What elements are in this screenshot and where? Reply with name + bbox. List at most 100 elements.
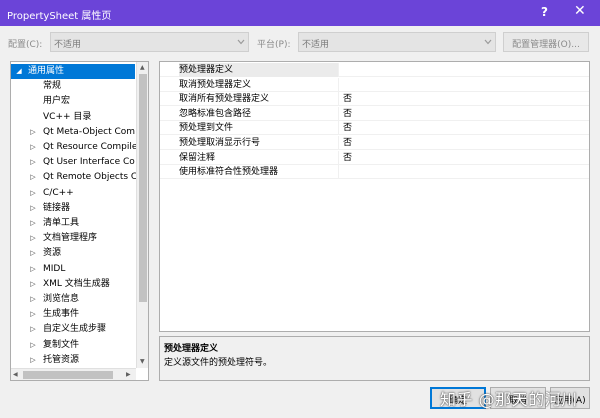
property-value[interactable]: 否	[343, 121, 352, 135]
collapsed-arrow-icon[interactable]: ▷	[28, 140, 38, 155]
tree-item[interactable]: ▷ 生成事件	[11, 307, 135, 322]
collapsed-arrow-icon[interactable]: ▷	[28, 338, 38, 353]
collapsed-arrow-icon[interactable]: ▷	[28, 246, 38, 261]
category-tree[interactable]: ◢ 通用属性常规用户宏 VC++ 目录 ▷ Qt Meta-Object Com ▷ Qt …	[10, 61, 149, 381]
collapsed-arrow-icon[interactable]: ▷	[28, 322, 38, 337]
tree-item-label: Qt Resource Compile	[43, 142, 138, 152]
collapsed-arrow-icon[interactable]: ▷	[28, 292, 38, 307]
description-panel: 预处理器定义 定义源文件的预处理符号。	[159, 336, 590, 381]
tree-item-label: C/C++	[43, 187, 74, 198]
property-value[interactable]: 否	[343, 151, 352, 165]
scroll-up-icon[interactable]: ▲	[140, 64, 145, 71]
tree-item-label: 自定义生成步骤	[43, 324, 107, 335]
title-bar: PropertySheet 属性页 ? ✕	[0, 0, 600, 26]
collapsed-arrow-icon[interactable]: ▷	[28, 277, 38, 292]
scroll-right-icon[interactable]: ▶	[126, 371, 131, 378]
watermark: 知乎 @那天的河川	[440, 390, 578, 409]
property-name: 预处理到文件	[179, 121, 339, 136]
collapsed-arrow-icon[interactable]: ▷	[28, 125, 38, 140]
tree-item-label: 托管资源	[43, 354, 80, 365]
property-name: 取消所有预处理器定义	[179, 92, 339, 107]
tree-item[interactable]: ▷ Qt User Interface Co	[11, 155, 135, 170]
collapsed-arrow-icon[interactable]: ▷	[28, 170, 38, 185]
collapsed-arrow-icon[interactable]: ▷	[28, 231, 38, 246]
scroll-left-icon[interactable]: ◀	[13, 371, 18, 378]
tree-item[interactable]: ▷ XML 文档生成器	[11, 277, 135, 292]
tree-item[interactable]: ▷ MIDL	[11, 262, 135, 277]
tree-item-label: 文档管理程序	[43, 233, 98, 244]
property-name: 忽略标准包含路径	[179, 106, 339, 121]
tree-item-label: VC++ 目录	[43, 111, 92, 122]
property-name: 预处理器定义	[179, 63, 339, 77]
window-title: PropertySheet 属性页	[7, 11, 112, 22]
tree-item[interactable]: ▷ 浏览信息	[11, 292, 135, 307]
tree-item[interactable]: ▷ C/C++	[11, 186, 135, 201]
configuration-manager-button[interactable]: 配置管理器(O)...	[503, 32, 589, 52]
chevron-down-icon	[237, 38, 245, 46]
property-grid[interactable]: 预处理器定义 取消预处理器定义 取消所有预处理器定义否忽略标准包含路径否预处理到文件…	[159, 61, 590, 332]
close-button[interactable]: ✕	[574, 3, 586, 19]
chevron-down-icon	[484, 38, 492, 46]
property-row[interactable]: 预处理取消显示行号否	[160, 136, 589, 150]
platform-label: 平台(P):	[257, 40, 291, 50]
tree-item-label: 常规	[43, 81, 62, 92]
collapsed-arrow-icon[interactable]: ▷	[28, 186, 38, 201]
description-text: 定义源文件的预处理符号。	[164, 358, 273, 368]
tree-item-label: 复制文件	[43, 339, 80, 350]
tree-item[interactable]: ▷ 自定义生成步骤	[11, 322, 135, 337]
tree-item-label: Qt User Interface Co	[43, 157, 135, 168]
tree-item[interactable]: ▷ 复制文件	[11, 338, 135, 353]
property-name: 保留注释	[179, 150, 339, 165]
property-row[interactable]: 预处理到文件否	[160, 121, 589, 136]
tree-item[interactable]: ▷ 文档管理程序	[11, 231, 135, 246]
expanded-arrow-icon[interactable]: ◢	[14, 64, 24, 79]
collapsed-arrow-icon[interactable]: ▷	[28, 201, 38, 216]
collapsed-arrow-icon[interactable]: ▷	[28, 155, 38, 170]
platform-combo-value: 不适用	[302, 40, 330, 50]
tree-item-label: MIDL	[43, 263, 66, 274]
tree-item[interactable]: 常规	[11, 79, 135, 94]
collapsed-arrow-icon[interactable]: ▷	[28, 307, 38, 322]
tree-item-label: 清单工具	[43, 218, 80, 228]
tree-item[interactable]: ◢ 通用属性	[11, 64, 135, 79]
tree-horizontal-scroll-thumb[interactable]	[23, 371, 113, 379]
tree-item[interactable]: ▷ 资源	[11, 246, 135, 261]
tree-item[interactable]: ▷ 清单工具	[11, 216, 135, 231]
tree-item[interactable]: VC++ 目录	[11, 110, 135, 125]
collapsed-arrow-icon[interactable]: ▷	[28, 216, 38, 231]
help-button[interactable]: ?	[541, 5, 548, 19]
tree-vertical-scroll-thumb[interactable]	[139, 74, 147, 302]
tree-item[interactable]: 用户宏	[11, 94, 135, 109]
property-row[interactable]: 忽略标准包含路径否	[160, 106, 589, 121]
tree-horizontal-scrollbar[interactable]: ◀ ▶	[11, 368, 136, 380]
property-row[interactable]: 取消所有预处理器定义否	[160, 92, 589, 107]
tree-item-label: 用户宏	[43, 96, 71, 107]
tree-item-label: 通用属性	[28, 66, 65, 76]
config-combo[interactable]: 不适用	[50, 32, 249, 52]
tree-vertical-scrollbar[interactable]: ▲ ▼	[136, 62, 148, 368]
tree-item-label: Qt Remote Objects C	[43, 172, 138, 183]
property-value[interactable]: 否	[343, 107, 352, 121]
config-combo-value: 不适用	[54, 40, 82, 50]
tree-item-label: Qt Meta-Object Com	[43, 126, 136, 137]
property-row[interactable]: 取消预处理器定义	[160, 77, 589, 92]
tree-item-label: 资源	[43, 248, 62, 259]
collapsed-arrow-icon[interactable]: ▷	[28, 353, 38, 368]
tree-item[interactable]: ▷ Qt Meta-Object Com	[11, 125, 135, 140]
property-row[interactable]: 使用标准符合性预处理器	[160, 165, 589, 180]
property-row[interactable]: 保留注释否	[160, 150, 589, 165]
property-row[interactable]: 预处理器定义	[160, 63, 589, 77]
tree-item-label: XML 文档生成器	[43, 278, 110, 289]
property-value[interactable]: 否	[343, 92, 352, 106]
tree-item-label: 浏览信息	[43, 294, 80, 304]
property-value[interactable]: 否	[343, 136, 352, 150]
tree-item[interactable]: ▷ Qt Remote Objects C	[11, 170, 138, 185]
tree-item[interactable]: ▷ 托管资源	[11, 353, 135, 368]
tree-item-label: 生成事件	[43, 309, 80, 320]
tree-item[interactable]: ▷ Qt Resource Compile	[11, 140, 138, 155]
platform-combo[interactable]: 不适用	[298, 32, 496, 52]
tree-item[interactable]: ▷ 链接器	[11, 201, 135, 216]
config-label: 配置(C):	[8, 40, 43, 50]
collapsed-arrow-icon[interactable]: ▷	[28, 262, 38, 277]
scroll-down-icon[interactable]: ▼	[140, 358, 145, 365]
